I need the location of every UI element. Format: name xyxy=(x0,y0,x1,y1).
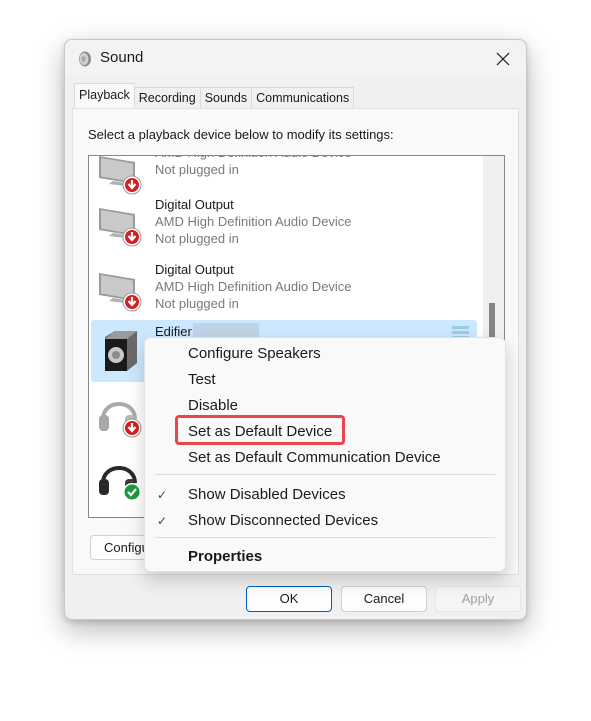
menu-item-set-default-communication-device[interactable]: Set as Default Communication Device xyxy=(145,445,505,471)
menu-item-configure-speakers[interactable]: Configure Speakers xyxy=(145,341,505,367)
speaker-icon xyxy=(105,331,137,371)
device-item[interactable]: Digital Output AMD High Definition Audio… xyxy=(91,193,477,255)
checkmark-icon: ✓ xyxy=(157,514,168,528)
device-status: Not plugged in xyxy=(155,231,239,246)
tab-communications[interactable]: Communications xyxy=(251,87,355,108)
menu-item-show-disabled-devices[interactable]: ✓ Show Disabled Devices xyxy=(145,482,505,508)
title-bar: Sound xyxy=(65,40,526,78)
menu-separator xyxy=(155,537,495,538)
tab-sounds[interactable]: Sounds xyxy=(199,87,253,108)
unplugged-icon xyxy=(122,418,142,438)
headphones-icon xyxy=(99,466,141,501)
device-status: Not plugged in xyxy=(155,162,239,177)
close-icon xyxy=(496,52,510,66)
menu-separator xyxy=(155,474,495,475)
monitor-icon xyxy=(99,156,142,195)
speaker-icon xyxy=(79,51,91,67)
window-title: Sound xyxy=(100,49,144,66)
unplugged-icon xyxy=(122,227,142,247)
device-status: Not plugged in xyxy=(155,296,239,311)
checkmark-icon: ✓ xyxy=(157,488,168,502)
device-name: Digital Output xyxy=(155,197,234,212)
close-button[interactable] xyxy=(490,46,516,72)
monitor-icon xyxy=(99,273,142,312)
device-description: AMD High Definition Audio Device xyxy=(155,214,352,229)
tab-strip: Playback Recording Sounds Communications xyxy=(74,83,355,108)
headphones-icon xyxy=(99,402,142,438)
menu-item-properties[interactable]: Properties xyxy=(145,544,505,570)
unplugged-icon xyxy=(122,175,142,195)
device-description: AMD High Definition Audio Device xyxy=(155,279,352,294)
menu-item-label: Show Disabled Devices xyxy=(188,486,346,503)
device-name: Digital Output xyxy=(155,262,234,277)
menu-item-disable[interactable]: Disable xyxy=(145,393,505,419)
menu-item-set-default-device[interactable]: Set as Default Device xyxy=(145,419,505,445)
instruction-text: Select a playback device below to modify… xyxy=(88,127,394,142)
apply-button[interactable]: Apply xyxy=(435,586,521,612)
tab-recording[interactable]: Recording xyxy=(133,87,201,108)
monitor-icon xyxy=(99,208,142,247)
default-check-icon xyxy=(123,483,141,501)
cancel-button[interactable]: Cancel xyxy=(341,586,427,612)
menu-item-test[interactable]: Test xyxy=(145,367,505,393)
ok-button[interactable]: OK xyxy=(246,586,332,612)
device-item[interactable]: Digital Output AMD High Definition Audio… xyxy=(91,258,477,320)
menu-item-show-disconnected-devices[interactable]: ✓ Show Disconnected Devices xyxy=(145,508,505,534)
unplugged-icon xyxy=(122,292,142,312)
tab-playback[interactable]: Playback xyxy=(74,83,135,108)
context-menu: Configure Speakers Test Disable Set as D… xyxy=(144,337,506,572)
menu-item-label: Show Disconnected Devices xyxy=(188,512,379,529)
